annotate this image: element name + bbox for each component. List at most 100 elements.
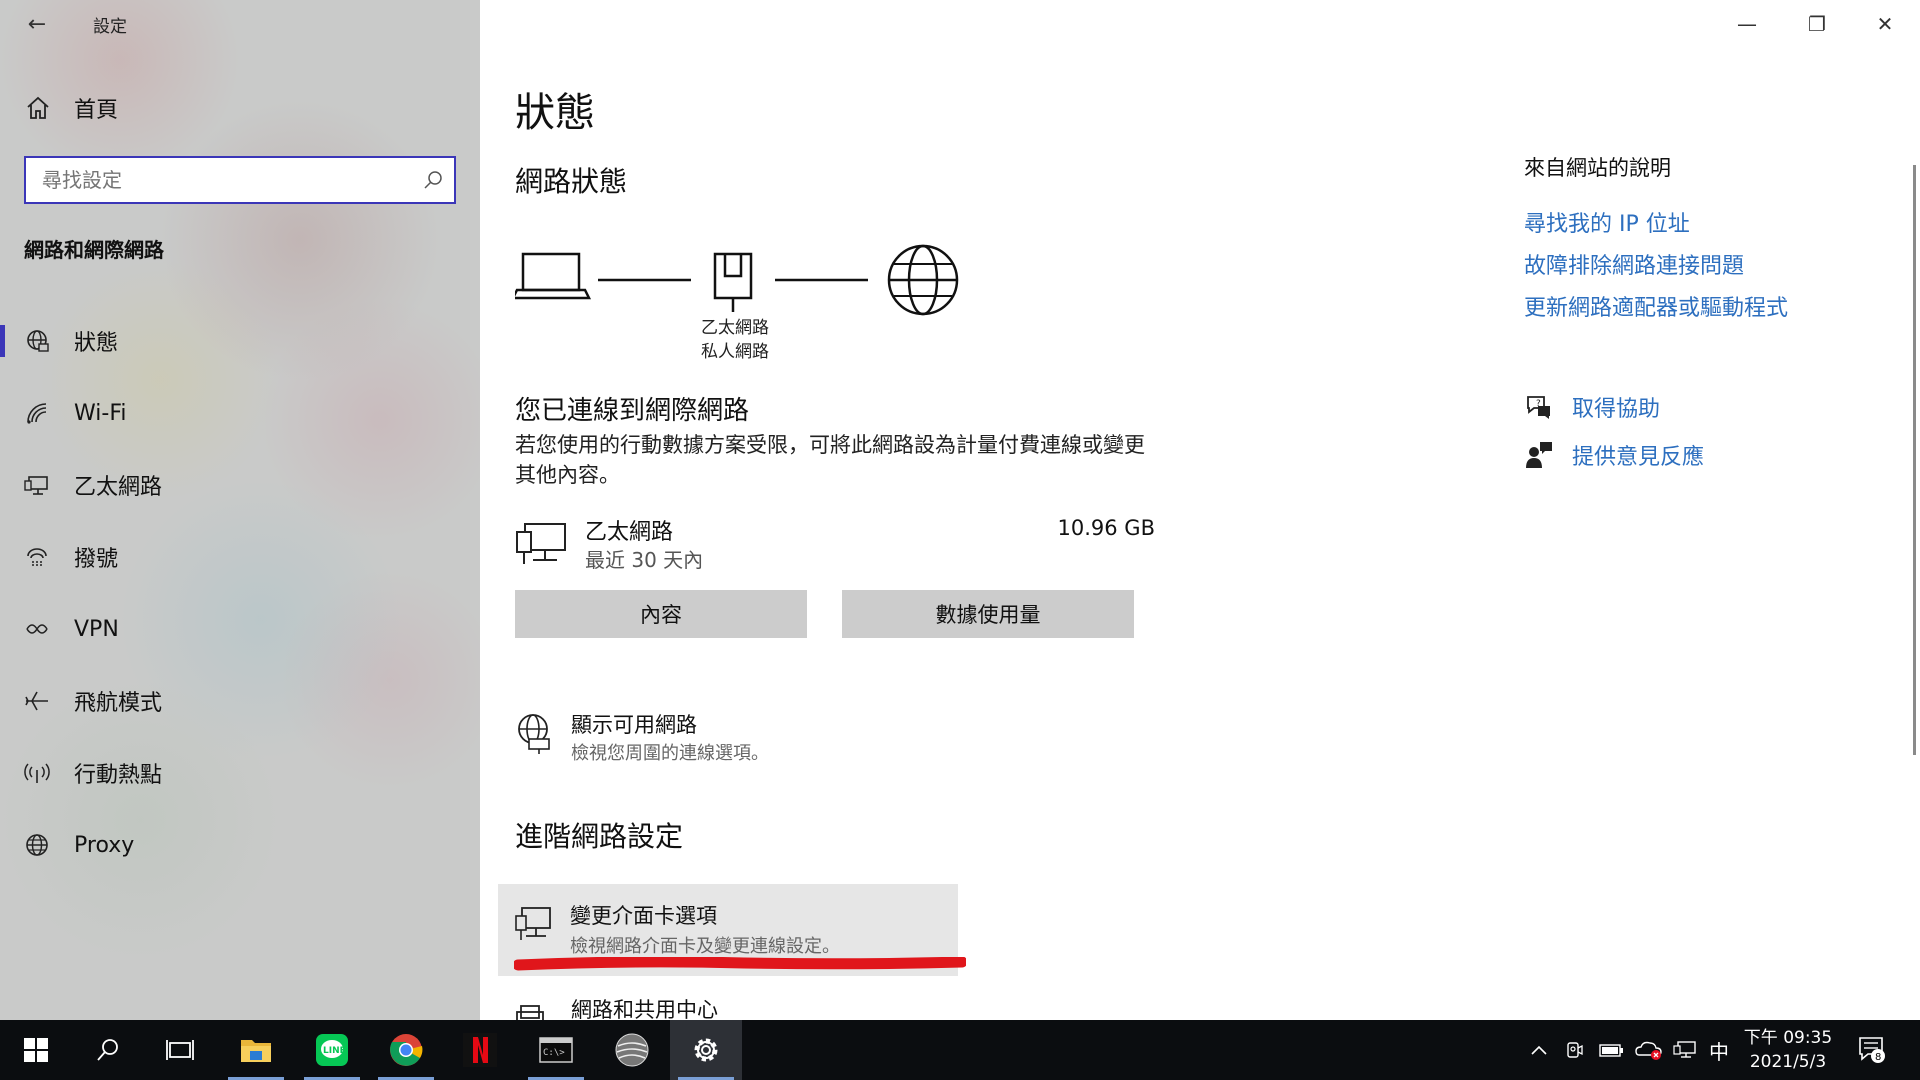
main-content: — ❐ ✕ 狀態 網路狀態 乙太網路 私人網路 您已連線到網際網路 若您使用的行… [480,0,1920,1023]
ethernet-monitor-icon [516,523,566,564]
sidebar-item-label: Wi-Fi [74,400,127,426]
sidebar-item-label: 撥號 [74,547,119,572]
sidebar-item-vpn[interactable]: VPN [0,593,480,665]
wifi-icon [24,400,50,426]
meet-now-icon[interactable] [1562,1020,1588,1080]
globe-network-icon [518,714,550,754]
search-input[interactable] [42,168,422,192]
chrome-icon[interactable] [370,1020,442,1080]
properties-button[interactable]: 內容 [515,590,807,638]
adapter-title: 變更介面卡選項 [570,904,717,928]
ethernet-usage-row: 乙太網路 最近 30 天內 10.96 GB [515,510,1155,574]
clock-time: 下午 09:35 [1743,1028,1833,1048]
ethernet-name: 乙太網路 [585,520,674,545]
settings-sidebar: ← 設定 首頁 網路和網際網路 狀態 Wi-Fi [0,0,480,1020]
search-icon[interactable] [422,169,444,191]
back-arrow-icon[interactable]: ← [22,10,52,40]
vpn-icon [24,616,50,642]
terminal-icon[interactable]: C:\> [520,1020,592,1080]
sidebar-item-dialup[interactable]: 撥號 [0,521,480,593]
taskbar: LINE C:\> 中 下午 09:35 2021/5/3 8 [0,1020,1920,1080]
netflix-icon[interactable] [444,1020,516,1080]
close-button[interactable]: ✕ [1860,8,1910,40]
adapter-monitor-icon [515,907,551,940]
sidebar-item-label: 狀態 [74,331,119,356]
get-help-label: 取得協助 [1572,397,1661,422]
ethernet-period: 最近 30 天內 [585,548,704,572]
sidebar-section-title: 網路和網際網路 [24,238,164,262]
sidebar-item-label: Proxy [74,832,135,858]
tray-chevron-up-icon[interactable] [1526,1020,1552,1080]
adapter-subtitle: 檢視網路介面卡及變更連線設定。 [570,936,840,957]
web-help-heading: 來自網站的說明 [1524,156,1671,180]
ethernet-data-amount: 10.96 GB [1057,516,1155,540]
network-diagram-graphic [510,244,959,316]
clock-date: 2021/5/3 [1749,1052,1827,1072]
search-icon[interactable] [72,1020,144,1080]
battery-icon[interactable] [1596,1020,1626,1080]
settings-gear-icon[interactable] [670,1020,742,1080]
sidebar-item-airplane[interactable]: 飛航模式 [0,665,480,737]
svg-text:C:\>: C:\> [543,1048,565,1058]
onedrive-error-icon[interactable] [1634,1020,1664,1080]
feedback-person-icon [1526,442,1552,468]
proxy-globe-icon [24,832,50,858]
help-chat-icon: ? [1527,396,1550,419]
troubleshoot-link[interactable]: 故障排除網路連接問題 [1524,248,1744,280]
sidebar-item-proxy[interactable]: Proxy [0,809,480,881]
file-explorer-icon[interactable] [220,1020,292,1080]
sidebar-item-wifi[interactable]: Wi-Fi [0,377,480,449]
svg-text:LINE: LINE [323,1046,346,1056]
sidebar-item-hotspot[interactable]: 行動熱點 [0,737,480,809]
laptop-icon [510,252,592,300]
scrollbar[interactable] [1913,165,1916,755]
data-usage-button[interactable]: 數據使用量 [842,590,1134,638]
sidebar-item-label: VPN [74,616,119,642]
red-underline-annotation [514,957,966,971]
show-available-networks[interactable]: 顯示可用網路 檢視您周圍的連線選項。 [515,705,915,765]
home-nav-item[interactable]: 首頁 [24,92,118,124]
feedback-link[interactable]: 提供意見反應 [1524,439,1704,471]
internet-globe-icon [887,244,959,316]
svg-text:?: ? [1536,399,1541,409]
get-help-link[interactable]: ? 取得協助 [1524,391,1660,423]
ethernet-icon [24,472,50,498]
find-ip-link[interactable]: 尋找我的 IP 位址 [1524,206,1690,238]
feedback-label: 提供意見反應 [1572,445,1705,470]
task-view-icon[interactable] [144,1020,216,1080]
hotspot-icon [24,760,50,786]
taskbar-clock[interactable]: 下午 09:35 2021/5/3 [1738,1026,1838,1074]
network-tray-icon[interactable] [1670,1020,1700,1080]
minimize-button[interactable]: — [1722,8,1772,40]
maximize-button[interactable]: ❐ [1792,8,1842,40]
sidebar-item-ethernet[interactable]: 乙太網路 [0,449,480,521]
sidebar-item-label: 飛航模式 [74,691,163,716]
start-icon[interactable] [0,1020,72,1080]
show-available-title: 顯示可用網路 [571,713,697,737]
line-icon[interactable]: LINE [296,1020,368,1080]
show-available-subtitle: 檢視您周圍的連線選項。 [571,743,769,764]
network-status-heading: 網路狀態 [515,165,628,198]
window-title: 設定 [93,17,127,37]
advanced-settings-heading: 進階網路設定 [515,820,684,853]
globe-status-icon [24,328,50,354]
change-adapter-options[interactable]: 變更介面卡選項 檢視網路介面卡及變更連線設定。 [498,884,966,976]
connected-title: 您已連線到網際網路 [515,396,750,426]
network-diagram: 乙太網路 私人網路 [510,240,975,370]
connected-description: 若您使用的行動數據方案受限，可將此網路設為計量付費連線或變更其他內容。 [515,433,1145,487]
ime-indicator[interactable]: 中 [1704,1020,1734,1080]
sidebar-item-status[interactable]: 狀態 [0,305,480,377]
airplane-icon [24,688,50,714]
dialup-icon [24,544,50,570]
diagram-ethernet-label: 乙太網路 [701,318,769,338]
ethernet-port-icon [713,252,753,312]
page-title: 狀態 [515,90,595,136]
sidebar-item-label: 行動熱點 [74,763,163,788]
globe-app-icon[interactable] [596,1020,668,1080]
sidebar-item-label: 乙太網路 [74,475,163,500]
action-center-icon[interactable]: 8 [1852,1020,1892,1080]
update-driver-link[interactable]: 更新網路適配器或驅動程式 [1524,290,1788,322]
home-icon [27,96,49,119]
diagram-private-label: 私人網路 [701,342,769,362]
settings-search-box[interactable] [24,156,456,204]
